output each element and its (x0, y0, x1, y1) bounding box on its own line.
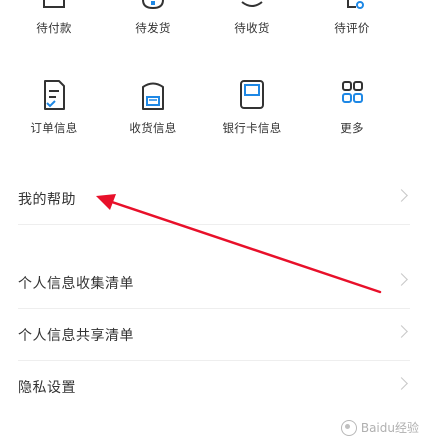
shortcut-label: 待评价 (334, 21, 370, 35)
truck-icon (241, 1, 263, 7)
services-panel: 待付款 待发货 待收货 待评价 订单信息 收货信息 银行卡信息 更多 我的帮助 (0, 0, 427, 236)
shortcut-label: 银行卡信息 (222, 121, 282, 135)
shortcut-bank-card-info[interactable]: 银行卡信息 (212, 74, 292, 136)
comment-icon (347, 0, 364, 9)
paw-logo-icon (340, 419, 357, 436)
watermark: Baidu经验 (340, 419, 419, 436)
watermark-text: Baidu经验 (360, 421, 419, 435)
grid-icon (342, 81, 363, 103)
address-card-icon (142, 82, 164, 110)
shortcut-label: 收货信息 (129, 121, 177, 135)
bank-card-icon (240, 80, 264, 109)
shortcut-more[interactable]: 更多 (312, 74, 392, 136)
wallet-icon (43, 0, 65, 8)
menu-item-label: 个人信息共享清单 (18, 328, 134, 344)
shortcut-pending-receipt[interactable]: 待收货 (212, 0, 292, 35)
shortcut-order-info[interactable]: 订单信息 (14, 74, 94, 136)
menu-item-privacy-settings[interactable]: 隐私设置 (18, 360, 410, 412)
menu-item-personal-info-sharing[interactable]: 个人信息共享清单 (18, 308, 410, 361)
menu-item-label: 个人信息收集清单 (18, 276, 134, 292)
chevron-right-icon (395, 325, 408, 338)
menu-item-help[interactable]: 我的帮助 (18, 172, 410, 225)
shortcut-shipping-info[interactable]: 收货信息 (113, 74, 193, 136)
info-shortcuts-row: 订单信息 收货信息 银行卡信息 更多 (0, 74, 427, 174)
shortcut-pending-review[interactable]: 待评价 (312, 0, 392, 35)
menu-item-label: 隐私设置 (18, 380, 76, 396)
chevron-right-icon (395, 273, 408, 286)
shortcut-label: 更多 (340, 121, 364, 135)
shortcut-label: 订单信息 (30, 121, 78, 135)
order-status-row: 待付款 待发货 待收货 待评价 (0, 0, 427, 46)
shortcut-pending-shipment[interactable]: 待发货 (113, 0, 193, 35)
order-icon (44, 80, 65, 110)
shortcut-label: 待付款 (36, 21, 72, 35)
box-icon (142, 0, 164, 10)
shortcut-label: 待发货 (135, 21, 171, 35)
shortcut-label: 待收货 (234, 21, 270, 35)
chevron-right-icon (395, 377, 408, 390)
menu-item-label: 我的帮助 (18, 192, 76, 208)
shortcut-pending-payment[interactable]: 待付款 (14, 0, 94, 35)
menu-item-personal-info-collection[interactable]: 个人信息收集清单 (18, 256, 410, 309)
chevron-right-icon (395, 189, 408, 202)
